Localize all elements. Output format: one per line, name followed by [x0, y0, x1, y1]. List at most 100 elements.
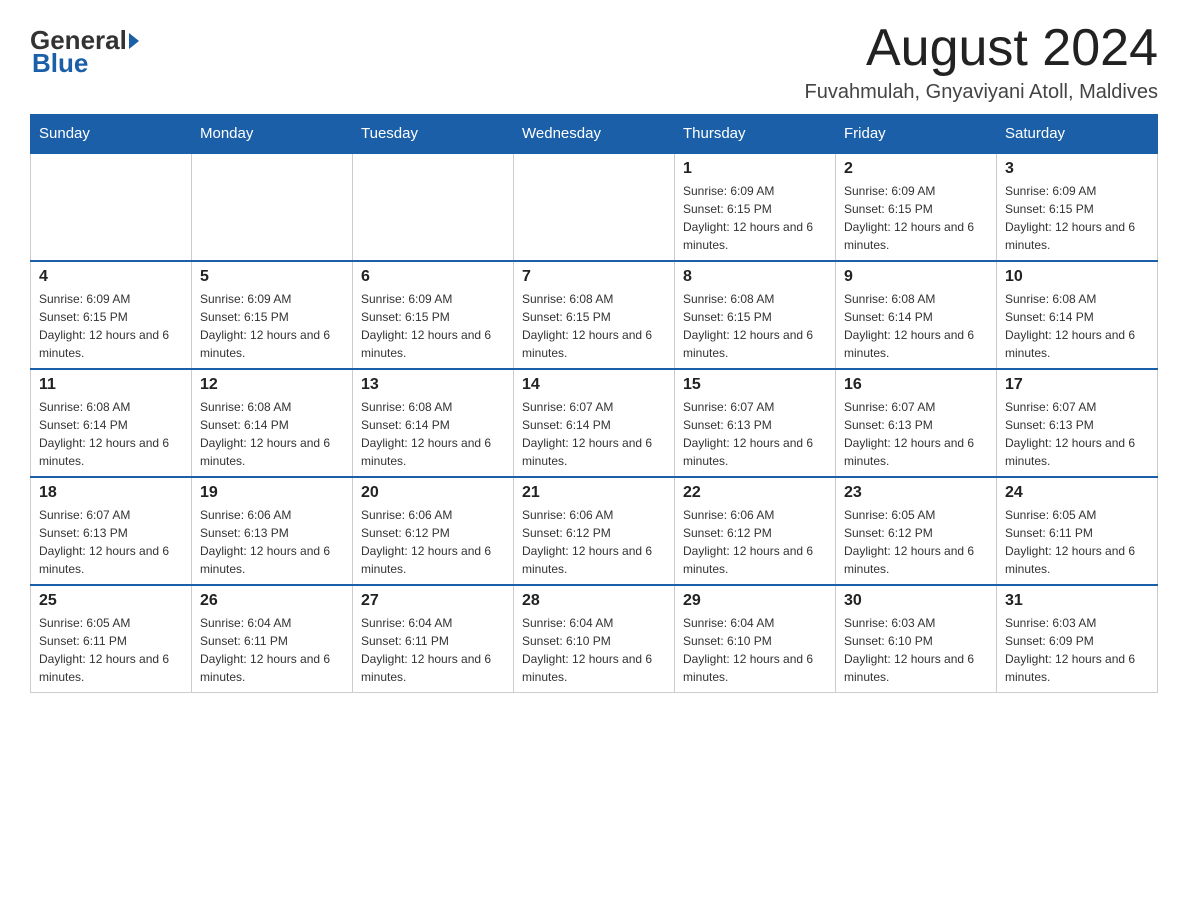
calendar-header-saturday: Saturday — [997, 115, 1158, 154]
day-number: 16 — [844, 376, 988, 394]
day-number: 9 — [844, 268, 988, 286]
calendar-cell: 19 Sunrise: 6:06 AMSunset: 6:13 PMDayligh… — [192, 477, 353, 585]
calendar-week-row-1: 4 Sunrise: 6:09 AMSunset: 6:15 PMDaylight… — [31, 261, 1158, 369]
page-header: General Blue August 2024 Fuvahmulah, Gny… — [30, 20, 1158, 104]
day-info: Sunrise: 6:08 AMSunset: 6:15 PMDaylight:… — [522, 290, 666, 362]
calendar-cell: 22Sunrise: 6:06 AMSunset: 6:12 PMDayligh… — [675, 477, 836, 585]
calendar-cell: 4 Sunrise: 6:09 AMSunset: 6:15 PMDaylight… — [31, 261, 192, 369]
day-number: 26 — [200, 592, 344, 610]
calendar-cell: 3Sunrise: 6:09 AMSunset: 6:15 PMDaylight… — [997, 153, 1158, 261]
day-number: 18 — [39, 484, 183, 502]
calendar-cell: 16 Sunrise: 6:07 AMSunset: 6:13 PMDayligh… — [836, 369, 997, 477]
day-info: Sunrise: 6:06 AMSunset: 6:12 PMDaylight:… — [361, 506, 505, 578]
calendar-header-friday: Friday — [836, 115, 997, 154]
day-info: Sunrise: 6:04 AMSunset: 6:10 PMDaylight:… — [683, 614, 827, 686]
day-number: 1 — [683, 160, 827, 178]
calendar-cell — [31, 153, 192, 261]
day-info: Sunrise: 6:09 AMSunset: 6:15 PMDaylight:… — [1005, 182, 1149, 254]
day-info: Sunrise: 6:08 AMSunset: 6:14 PMDaylight:… — [844, 290, 988, 362]
day-number: 10 — [1005, 268, 1149, 286]
calendar-cell: 12 Sunrise: 6:08 AMSunset: 6:14 PMDayligh… — [192, 369, 353, 477]
day-info: Sunrise: 6:03 AMSunset: 6:09 PMDaylight:… — [1005, 614, 1149, 686]
day-info: Sunrise: 6:09 AMSunset: 6:15 PMDaylight:… — [361, 290, 505, 362]
day-number: 25 — [39, 592, 183, 610]
day-info: Sunrise: 6:03 AMSunset: 6:10 PMDaylight:… — [844, 614, 988, 686]
day-number: 15 — [683, 376, 827, 394]
calendar-cell: 24Sunrise: 6:05 AMSunset: 6:11 PMDayligh… — [997, 477, 1158, 585]
calendar-week-row-3: 18 Sunrise: 6:07 AMSunset: 6:13 PMDayligh… — [31, 477, 1158, 585]
day-number: 7 — [522, 268, 666, 286]
day-info: Sunrise: 6:07 AMSunset: 6:13 PMDaylight:… — [1005, 398, 1149, 470]
month-title: August 2024 — [805, 20, 1159, 77]
calendar-week-row-0: 1 Sunrise: 6:09 AMSunset: 6:15 PMDaylight… — [31, 153, 1158, 261]
day-number: 14 — [522, 376, 666, 394]
calendar-header-tuesday: Tuesday — [353, 115, 514, 154]
day-number: 29 — [683, 592, 827, 610]
calendar-week-row-2: 11 Sunrise: 6:08 AMSunset: 6:14 PMDayligh… — [31, 369, 1158, 477]
day-number: 31 — [1005, 592, 1149, 610]
calendar-cell: 18 Sunrise: 6:07 AMSunset: 6:13 PMDayligh… — [31, 477, 192, 585]
day-info: Sunrise: 6:08 AMSunset: 6:14 PMDaylight:… — [39, 398, 183, 470]
day-info: Sunrise: 6:09 AMSunset: 6:15 PMDaylight:… — [200, 290, 344, 362]
calendar-week-row-4: 25Sunrise: 6:05 AMSunset: 6:11 PMDayligh… — [31, 585, 1158, 693]
calendar-cell: 1 Sunrise: 6:09 AMSunset: 6:15 PMDaylight… — [675, 153, 836, 261]
calendar-cell: 31 Sunrise: 6:03 AMSunset: 6:09 PMDayligh… — [997, 585, 1158, 693]
calendar-cell: 30Sunrise: 6:03 AMSunset: 6:10 PMDayligh… — [836, 585, 997, 693]
calendar-cell: 21 Sunrise: 6:06 AMSunset: 6:12 PMDayligh… — [514, 477, 675, 585]
day-number: 13 — [361, 376, 505, 394]
calendar-cell: 17 Sunrise: 6:07 AMSunset: 6:13 PMDayligh… — [997, 369, 1158, 477]
calendar-cell — [192, 153, 353, 261]
day-info: Sunrise: 6:04 AMSunset: 6:11 PMDaylight:… — [361, 614, 505, 686]
day-info: Sunrise: 6:08 AMSunset: 6:14 PMDaylight:… — [361, 398, 505, 470]
calendar-cell — [353, 153, 514, 261]
day-info: Sunrise: 6:05 AMSunset: 6:12 PMDaylight:… — [844, 506, 988, 578]
day-info: Sunrise: 6:08 AMSunset: 6:14 PMDaylight:… — [1005, 290, 1149, 362]
calendar-cell: 8Sunrise: 6:08 AMSunset: 6:15 PMDaylight… — [675, 261, 836, 369]
calendar-header-sunday: Sunday — [31, 115, 192, 154]
day-number: 28 — [522, 592, 666, 610]
day-info: Sunrise: 6:09 AMSunset: 6:15 PMDaylight:… — [39, 290, 183, 362]
logo-arrow-icon — [129, 33, 139, 49]
day-number: 4 — [39, 268, 183, 286]
calendar-cell: 20Sunrise: 6:06 AMSunset: 6:12 PMDayligh… — [353, 477, 514, 585]
day-number: 8 — [683, 268, 827, 286]
calendar-header-thursday: Thursday — [675, 115, 836, 154]
day-number: 12 — [200, 376, 344, 394]
calendar-cell: 11 Sunrise: 6:08 AMSunset: 6:14 PMDayligh… — [31, 369, 192, 477]
calendar-cell: 10 Sunrise: 6:08 AMSunset: 6:14 PMDayligh… — [997, 261, 1158, 369]
day-info: Sunrise: 6:04 AMSunset: 6:11 PMDaylight:… — [200, 614, 344, 686]
day-number: 17 — [1005, 376, 1149, 394]
calendar-cell: 6Sunrise: 6:09 AMSunset: 6:15 PMDaylight… — [353, 261, 514, 369]
calendar-header-row: SundayMondayTuesdayWednesdayThursdayFrid… — [31, 115, 1158, 154]
logo-blue-text: Blue — [30, 48, 88, 79]
calendar-header-monday: Monday — [192, 115, 353, 154]
day-number: 11 — [39, 376, 183, 394]
day-info: Sunrise: 6:08 AMSunset: 6:14 PMDaylight:… — [200, 398, 344, 470]
day-info: Sunrise: 6:04 AMSunset: 6:10 PMDaylight:… — [522, 614, 666, 686]
day-number: 23 — [844, 484, 988, 502]
day-number: 27 — [361, 592, 505, 610]
day-number: 21 — [522, 484, 666, 502]
calendar-cell: 7 Sunrise: 6:08 AMSunset: 6:15 PMDaylight… — [514, 261, 675, 369]
calendar-cell: 14 Sunrise: 6:07 AMSunset: 6:14 PMDayligh… — [514, 369, 675, 477]
calendar-cell: 15Sunrise: 6:07 AMSunset: 6:13 PMDayligh… — [675, 369, 836, 477]
day-info: Sunrise: 6:07 AMSunset: 6:14 PMDaylight:… — [522, 398, 666, 470]
title-section: August 2024 Fuvahmulah, Gnyaviyani Atoll… — [805, 20, 1159, 104]
day-info: Sunrise: 6:06 AMSunset: 6:12 PMDaylight:… — [522, 506, 666, 578]
calendar-cell: 2 Sunrise: 6:09 AMSunset: 6:15 PMDaylight… — [836, 153, 997, 261]
calendar-cell: 27 Sunrise: 6:04 AMSunset: 6:11 PMDayligh… — [353, 585, 514, 693]
day-info: Sunrise: 6:06 AMSunset: 6:12 PMDaylight:… — [683, 506, 827, 578]
calendar-cell: 13 Sunrise: 6:08 AMSunset: 6:14 PMDayligh… — [353, 369, 514, 477]
calendar-cell: 23 Sunrise: 6:05 AMSunset: 6:12 PMDayligh… — [836, 477, 997, 585]
day-info: Sunrise: 6:09 AMSunset: 6:15 PMDaylight:… — [683, 182, 827, 254]
calendar-cell: 25Sunrise: 6:05 AMSunset: 6:11 PMDayligh… — [31, 585, 192, 693]
day-info: Sunrise: 6:07 AMSunset: 6:13 PMDaylight:… — [844, 398, 988, 470]
day-number: 2 — [844, 160, 988, 178]
day-info: Sunrise: 6:06 AMSunset: 6:13 PMDaylight:… — [200, 506, 344, 578]
day-info: Sunrise: 6:05 AMSunset: 6:11 PMDaylight:… — [1005, 506, 1149, 578]
day-info: Sunrise: 6:07 AMSunset: 6:13 PMDaylight:… — [39, 506, 183, 578]
calendar-cell: 29 Sunrise: 6:04 AMSunset: 6:10 PMDayligh… — [675, 585, 836, 693]
calendar-table: SundayMondayTuesdayWednesdayThursdayFrid… — [30, 114, 1158, 693]
day-info: Sunrise: 6:09 AMSunset: 6:15 PMDaylight:… — [844, 182, 988, 254]
day-number: 19 — [200, 484, 344, 502]
